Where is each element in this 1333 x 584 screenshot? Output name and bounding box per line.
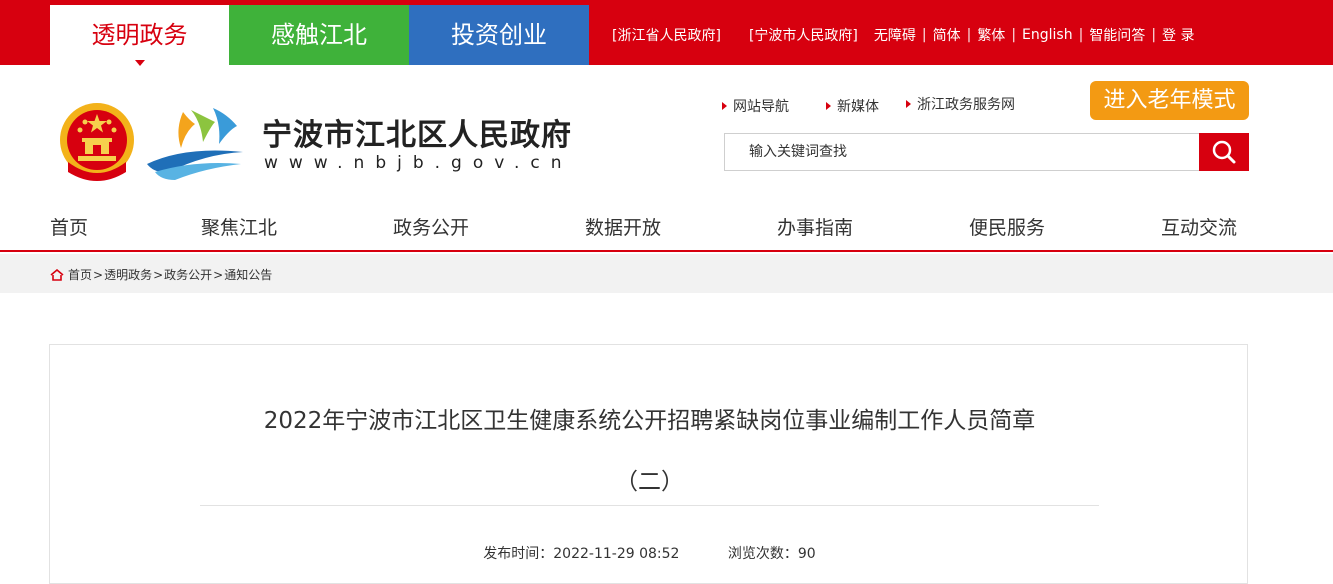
separator: |	[921, 27, 927, 43]
nav-service-guide[interactable]: 办事指南	[777, 213, 853, 240]
nav-interaction[interactable]: 互动交流	[1161, 213, 1237, 240]
site-url: www.nbjb.gov.cn	[264, 153, 573, 173]
triangle-right-icon	[826, 102, 831, 110]
search-icon	[1212, 140, 1236, 164]
article-panel: 2022年宁波市江北区卫生健康系统公开招聘紧缺岗位事业编制工作人员简章 （二） …	[49, 344, 1248, 584]
link-english[interactable]: English	[1022, 27, 1073, 43]
tab-label: 投资创业	[451, 21, 547, 49]
link-login[interactable]: 登 录	[1162, 25, 1194, 45]
top-links: [浙江省人民政府] [宁波市人民政府] 无障碍 | 简体 | 繁体 | Engl…	[612, 25, 1194, 45]
nav-home[interactable]: 首页	[50, 213, 88, 240]
link-zhejiang-gov[interactable]: [浙江省人民政府]	[612, 25, 721, 45]
quick-link-label: 浙江政务服务网	[917, 97, 1015, 113]
nav-open-data[interactable]: 数据开放	[585, 213, 661, 240]
views-label: 浏览次数：	[727, 546, 798, 562]
triangle-right-icon	[906, 100, 911, 108]
caret-down-icon	[134, 60, 145, 66]
breadcrumb-separator: >	[213, 267, 224, 282]
quick-link-new-media[interactable]: 新媒体	[826, 96, 879, 116]
link-accessibility[interactable]: 无障碍	[874, 25, 916, 45]
link-ningbo-gov[interactable]: [宁波市人民政府]	[749, 25, 858, 45]
views-count: 90	[797, 546, 816, 562]
tab-label: 透明政务	[91, 21, 188, 49]
link-simplified[interactable]: 简体	[933, 25, 961, 45]
link-traditional[interactable]: 繁体	[977, 25, 1005, 45]
site-name: 宁波市江北区人民政府	[262, 118, 572, 153]
breadcrumb-gov-affairs[interactable]: 政务公开	[164, 266, 212, 283]
article-title: 2022年宁波市江北区卫生健康系统公开招聘紧缺岗位事业编制工作人员简章	[263, 408, 1036, 434]
nav-focus-jiangbei[interactable]: 聚焦江北	[201, 213, 277, 240]
views-info: 浏览次数：90	[728, 546, 816, 562]
separator: |	[966, 27, 972, 43]
search-input[interactable]	[724, 133, 1199, 171]
quick-link-label: 网站导航	[733, 99, 789, 115]
separator: |	[1151, 27, 1157, 43]
link-smart-qa[interactable]: 智能问答	[1089, 25, 1145, 45]
publish-info: 发布时间：2022-11-29 08:52	[483, 546, 679, 562]
breadcrumb-transparent-gov[interactable]: 透明政务	[104, 266, 152, 283]
home-icon	[50, 268, 64, 281]
nav-public-service[interactable]: 便民服务	[969, 213, 1045, 240]
elder-mode-button[interactable]: 进入老年模式	[1090, 81, 1249, 120]
breadcrumb-home[interactable]: 首页	[68, 266, 92, 283]
publish-time: 2022-11-29 08:52	[553, 546, 680, 562]
breadcrumb: 首页 > 透明政务 > 政务公开 > 通知公告	[50, 266, 272, 283]
breadcrumb-bar: 首页 > 透明政务 > 政务公开 > 通知公告	[0, 254, 1333, 293]
tab-feel-jiangbei[interactable]: 感触江北	[229, 5, 409, 65]
jiangbei-logo-icon	[147, 108, 243, 180]
quick-link-sitemap[interactable]: 网站导航	[722, 96, 789, 116]
breadcrumb-separator: >	[93, 267, 104, 282]
publish-label: 发布时间：	[483, 546, 554, 562]
separator: |	[1011, 27, 1017, 43]
article-meta: 发布时间：2022-11-29 08:52 浏览次数：90	[50, 543, 1249, 563]
main-nav: 首页 聚焦江北 政务公开 数据开放 办事指南 便民服务 互动交流	[0, 200, 1333, 250]
breadcrumb-separator: >	[153, 267, 164, 282]
triangle-right-icon	[722, 102, 727, 110]
tab-label: 感触江北	[271, 21, 367, 49]
title-divider	[200, 505, 1099, 506]
article-title-suffix: （二）	[615, 469, 684, 495]
tab-invest[interactable]: 投资创业	[409, 5, 589, 65]
national-emblem-icon	[60, 103, 134, 181]
separator: |	[1078, 27, 1084, 43]
search-button[interactable]	[1199, 133, 1249, 171]
breadcrumb-notices[interactable]: 通知公告	[224, 266, 272, 283]
quick-link-zhejiang-service[interactable]: 浙江政务服务网	[906, 97, 1026, 113]
nav-divider	[0, 250, 1333, 252]
nav-gov-affairs[interactable]: 政务公开	[393, 213, 469, 240]
quick-link-label: 新媒体	[837, 99, 879, 115]
tab-transparent-government[interactable]: 透明政务	[50, 5, 229, 66]
